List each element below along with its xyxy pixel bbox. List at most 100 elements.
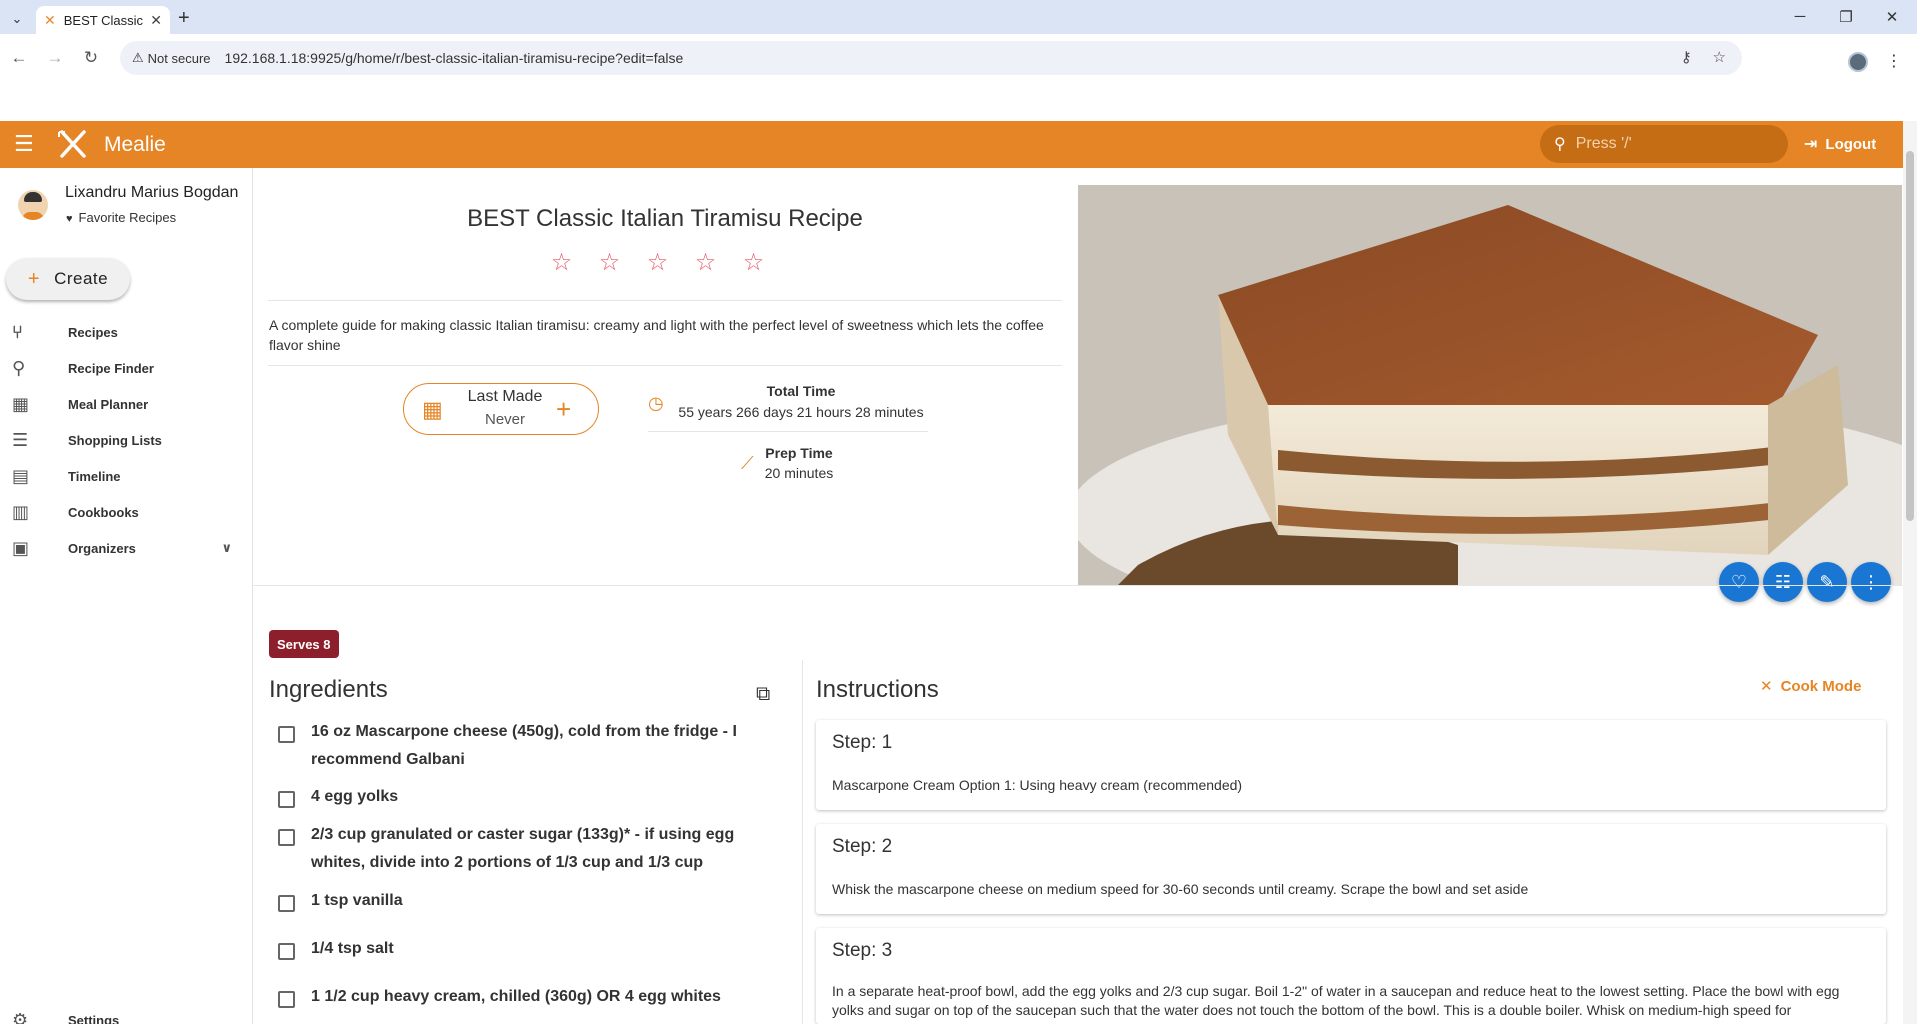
mealie-logo-icon[interactable] [56,129,90,164]
favorite-button[interactable]: ♡ [1719,562,1759,602]
search-icon: ⚲ [12,357,26,378]
sidebar: Lixandru Marius Bogdan ♥ Favorite Recipes… [0,168,253,1024]
star-icon[interactable]: ☆ [645,248,670,277]
window-close-icon[interactable]: ✕ [1882,8,1902,26]
edit-button[interactable]: ✎ [1807,562,1847,602]
heart-icon: ♥ [66,213,73,225]
instruction-step[interactable]: Step: 3 In a separate heat-proof bowl, a… [816,928,1886,1024]
tab-list-chevron-icon[interactable]: ⌄ [6,8,28,30]
app-header: ☰ Mealie ⚲ Press '/' ⇥ Logout [0,121,1917,168]
ingredient-item[interactable]: 16 oz Mascarpone cheese (450g), cold fro… [278,718,778,774]
menu-icon[interactable]: ☰ [14,133,34,155]
brand-name[interactable]: Mealie [104,133,166,157]
search-placeholder: Press '/' [1575,135,1632,152]
calendar-icon: ▦ [422,397,443,422]
bookmark-star-icon[interactable]: ☆ [1713,49,1726,66]
minimize-icon[interactable]: ─ [1790,8,1810,25]
star-icon[interactable]: ☆ [549,248,574,277]
more-options-button[interactable]: ⋮ [1851,562,1891,602]
prep-time-value: 20 minutes [764,465,834,481]
sidebar-item-shopping-lists[interactable]: ☰ Shopping Lists [0,422,252,458]
not-secure-label[interactable]: Not secure [148,51,211,66]
plus-icon: + [27,267,41,290]
list-button[interactable]: ☷ [1763,562,1803,602]
forward-icon[interactable]: → [44,48,66,68]
heart-icon: ♡ [1730,571,1748,592]
sidebar-item-label: Organizers [68,540,136,556]
copy-icon[interactable]: ⧉ [756,683,770,706]
sidebar-item-meal-planner[interactable]: ▦ Meal Planner [0,386,252,422]
ingredient-text: 1/4 tsp salt [311,940,394,957]
checklist-icon: ☰ [12,429,29,450]
kebab-icon: ⋮ [1862,571,1880,592]
user-avatar[interactable] [18,190,48,220]
logout-label: Logout [1825,135,1877,153]
ingredient-checkbox[interactable] [278,791,295,808]
timeline-icon: ▤ [12,465,30,486]
page-scrollbar[interactable] [1903,121,1917,1024]
restore-icon[interactable]: ❐ [1836,8,1856,26]
tab-close-icon[interactable]: ✕ [150,12,162,29]
total-time-label: Total Time [766,383,836,399]
ingredient-checkbox[interactable] [278,895,295,912]
sidebar-item-label: Cookbooks [68,504,139,520]
ingredient-item[interactable]: 1 tsp vanilla [278,887,778,915]
warning-icon: ⚠ [132,50,144,65]
back-icon[interactable]: ← [8,48,30,68]
ingredient-checkbox[interactable] [278,991,295,1008]
browser-tab-bar: ⌄ ✕ BEST Classic ✕ + ─ ❐ ✕ [0,0,1917,34]
omnibox-icons: ⚷ ☆ [1681,48,1726,66]
star-icon[interactable]: ☆ [741,248,766,277]
sidebar-item-label: Timeline [68,468,121,484]
new-tab-icon[interactable]: + [178,8,190,28]
step-title: Step: 3 [832,940,893,961]
sidebar-item-label: Recipe Finder [68,360,154,376]
create-button[interactable]: + Create [6,258,130,300]
recipe-title: BEST Classic Italian Tiramisu Recipe [467,205,863,232]
logout-button[interactable]: ⇥ Logout [1804,134,1876,154]
star-icon[interactable]: ☆ [693,248,718,277]
chevron-down-icon[interactable]: ∨ [221,540,232,556]
url-text[interactable]: 192.168.1.18:9925/g/home/r/best-classic-… [225,50,684,66]
divider [648,431,928,432]
instruction-step[interactable]: Step: 2 Whisk the mascarpone cheese on m… [816,824,1886,914]
cook-mode-label: Cook Mode [1780,677,1862,695]
ingredient-item[interactable]: 2/3 cup granulated or caster sugar (133g… [278,821,778,877]
ingredient-checkbox[interactable] [278,829,295,846]
sidebar-item-recipe-finder[interactable]: ⚲ Recipe Finder [0,350,252,386]
star-icon[interactable]: ☆ [597,248,622,277]
sidebar-item-organizers[interactable]: ▣ Organizers ∨ [0,530,252,566]
sidebar-item-settings[interactable]: ⚙ Settings [0,1002,252,1024]
sidebar-item-label: Shopping Lists [68,432,162,448]
sidebar-item-recipes[interactable]: ⑂ Recipes [0,314,252,350]
browser-tab[interactable]: ✕ BEST Classic ✕ [36,6,170,34]
ingredient-text: 2/3 cup granulated or caster sugar (133g… [311,826,735,871]
last-made-button[interactable]: ▦ Last Made Never + [403,383,599,435]
plus-icon[interactable]: + [556,394,571,425]
favorite-recipes-link[interactable]: ♥ Favorite Recipes [66,210,176,225]
instruction-step[interactable]: Step: 1 Mascarpone Cream Option 1: Using… [816,720,1886,810]
ingredient-text: 1 tsp vanilla [311,892,403,909]
serves-badge: Serves 8 [269,630,339,658]
rating-stars[interactable]: ☆ ☆ ☆ ☆ ☆ [549,248,766,277]
profile-avatar[interactable] [1848,52,1868,72]
browser-menu-icon[interactable]: ⋮ [1886,51,1902,71]
user-name[interactable]: Lixandru Marius Bogdan [65,184,241,202]
ingredient-checkbox[interactable] [278,726,295,743]
calendar-icon: ▦ [12,393,30,414]
ingredient-checkbox[interactable] [278,943,295,960]
sidebar-item-timeline[interactable]: ▤ Timeline [0,458,252,494]
cook-mode-button[interactable]: ✕ Cook Mode [1760,677,1862,696]
ingredient-item[interactable]: 4 egg yolks [278,783,778,811]
ingredient-item[interactable]: 1 1/2 cup heavy cream, chilled (360g) OR… [278,983,778,1011]
ingredient-item[interactable]: 1/4 tsp salt [278,935,778,963]
scrollbar-thumb[interactable] [1906,151,1914,521]
address-bar[interactable]: ⚠ Not secure 192.168.1.18:9925/g/home/r/… [120,41,1742,75]
cabinet-icon: ▣ [12,537,30,558]
sidebar-item-cookbooks[interactable]: ▥ Cookbooks [0,494,252,530]
search-bar[interactable]: ⚲ Press '/' [1540,125,1788,163]
key-icon[interactable]: ⚷ [1681,49,1692,66]
reload-icon[interactable]: ↻ [80,48,102,68]
step-body: In a separate heat-proof bowl, add the e… [832,983,1840,1018]
sidebar-item-label: Meal Planner [68,396,149,412]
